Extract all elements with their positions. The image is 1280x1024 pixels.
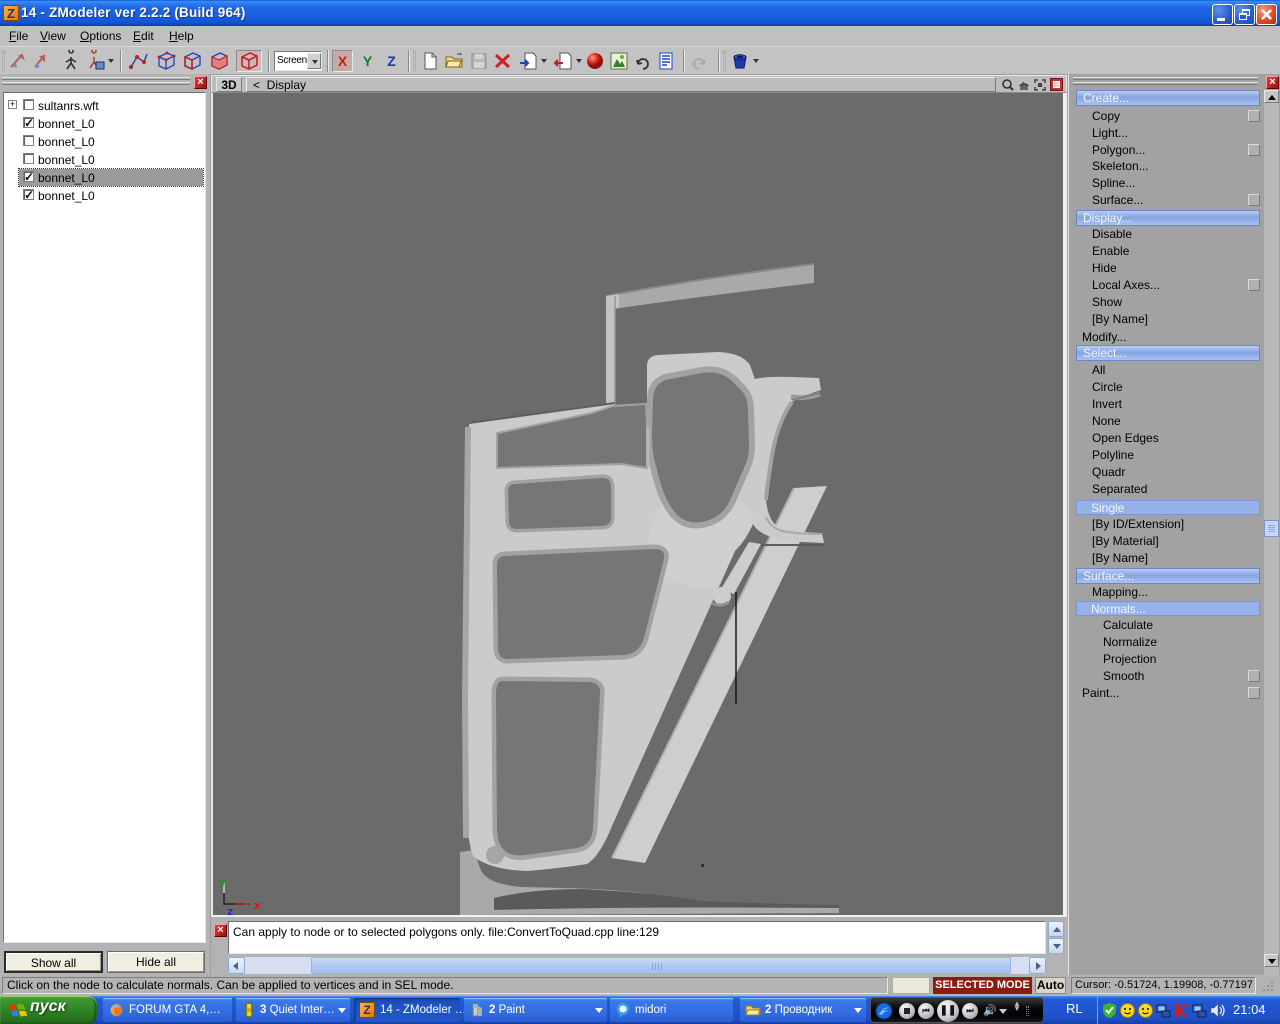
svg-text:x: x <box>254 901 261 913</box>
svg-text:y: y <box>219 878 226 890</box>
svg-text:z: z <box>227 907 234 915</box>
